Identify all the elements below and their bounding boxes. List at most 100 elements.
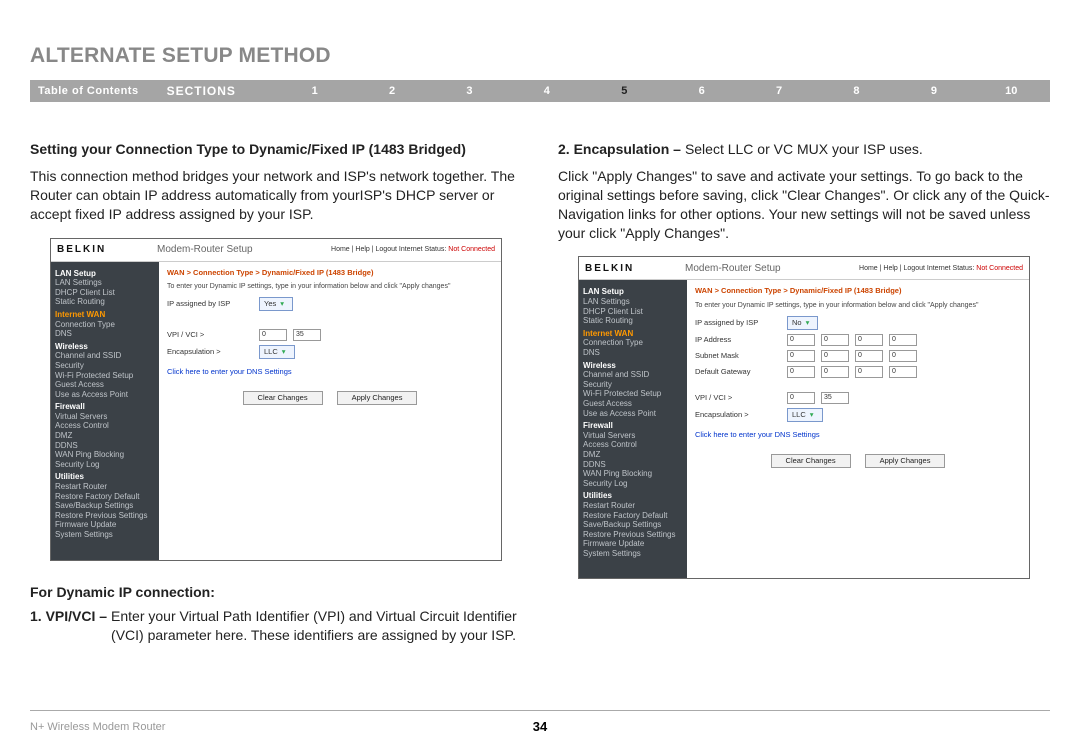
- ip-assigned-select[interactable]: No: [787, 316, 818, 330]
- section-8[interactable]: 8: [818, 85, 895, 97]
- side-lan-setup: LAN Setup: [55, 269, 155, 279]
- side-item: System Settings: [583, 549, 683, 559]
- clear-changes-button[interactable]: Clear Changes: [771, 454, 851, 468]
- side-item: Use as Access Point: [55, 390, 155, 400]
- router-sidebar: LAN Setup LAN Settings DHCP Client List …: [579, 280, 687, 578]
- encapsulation-select[interactable]: LLC: [259, 345, 295, 359]
- list-item-encapsulation: 2. Encapsulation – Select LLC or VC MUX …: [558, 140, 1050, 159]
- status-bar: Home | Help | Logout Internet Status: No…: [331, 245, 495, 254]
- belkin-logo: BELKIN: [57, 243, 157, 257]
- ip-octet[interactable]: 0: [821, 366, 849, 378]
- vpi-input[interactable]: 0: [787, 392, 815, 404]
- side-item: Wi-Fi Protected Setup: [583, 389, 683, 399]
- side-wireless: Wireless: [55, 342, 155, 352]
- page-number: 34: [533, 719, 547, 734]
- vci-input[interactable]: 35: [293, 329, 321, 341]
- ip-octet[interactable]: 0: [855, 334, 883, 346]
- ip-octet[interactable]: 0: [787, 350, 815, 362]
- ip-octet[interactable]: 0: [889, 334, 917, 346]
- side-item: Access Control: [55, 421, 155, 431]
- apply-changes-button[interactable]: Apply Changes: [337, 391, 418, 405]
- ip-assigned-label: IP assigned by ISP: [167, 299, 253, 309]
- section-6[interactable]: 6: [663, 85, 740, 97]
- section-2[interactable]: 2: [353, 85, 430, 97]
- side-item: Channel and SSID: [55, 351, 155, 361]
- encapsulation-select[interactable]: LLC: [787, 408, 823, 422]
- list-text: Enter your Virtual Path Identifier (VPI)…: [111, 607, 522, 645]
- side-item: Security Log: [583, 479, 683, 489]
- side-item: Guest Access: [55, 380, 155, 390]
- instruction-note: To enter your Dynamic IP settings, type …: [695, 301, 1021, 310]
- list-num: 2. Encapsulation –: [558, 140, 681, 159]
- side-lan-setup: LAN Setup: [583, 287, 683, 297]
- ip-octet[interactable]: 0: [787, 366, 815, 378]
- right-paragraph: Click "Apply Changes" to save and activa…: [558, 167, 1050, 243]
- left-paragraph: This connection method bridges your netw…: [30, 167, 522, 224]
- ip-address-label: IP Address: [695, 335, 781, 345]
- vpi-input[interactable]: 0: [259, 329, 287, 341]
- side-item: Security Log: [55, 460, 155, 470]
- list-num: 1. VPI/VCI –: [30, 607, 107, 645]
- ip-octet[interactable]: 0: [855, 366, 883, 378]
- status-value: Not Connected: [448, 246, 495, 253]
- ip-octet[interactable]: 0: [889, 366, 917, 378]
- side-item: Access Control: [583, 440, 683, 450]
- dns-settings-link[interactable]: Click here to enter your DNS Settings: [167, 367, 493, 377]
- clear-changes-button[interactable]: Clear Changes: [243, 391, 323, 405]
- section-10[interactable]: 10: [973, 85, 1050, 97]
- side-item: Save/Backup Settings: [55, 501, 155, 511]
- section-3[interactable]: 3: [431, 85, 508, 97]
- belkin-logo: BELKIN: [585, 262, 685, 276]
- left-column: Setting your Connection Type to Dynamic/…: [30, 140, 522, 645]
- encapsulation-label: Encapsulation >: [695, 410, 781, 420]
- list-item-vpi-vci: 1. VPI/VCI – Enter your Virtual Path Ide…: [30, 607, 522, 645]
- side-item: Restore Previous Settings: [583, 530, 683, 540]
- screenshot-fixed-ip: BELKIN Modem-Router Setup Home | Help | …: [578, 256, 1030, 579]
- section-9[interactable]: 9: [895, 85, 972, 97]
- footer-product-name: N+ Wireless Modem Router: [30, 721, 165, 733]
- side-item: Static Routing: [583, 316, 683, 326]
- side-item: Virtual Servers: [55, 412, 155, 422]
- ip-assigned-label: IP assigned by ISP: [695, 318, 781, 328]
- section-1[interactable]: 1: [276, 85, 353, 97]
- side-firewall: Firewall: [55, 402, 155, 412]
- status-links: Home | Help | Logout Internet Status:: [331, 246, 446, 253]
- side-item: Connection Type: [583, 338, 683, 348]
- side-item: DDNS: [583, 460, 683, 470]
- side-item: DNS: [55, 329, 155, 339]
- toc-link[interactable]: Table of Contents: [30, 85, 139, 97]
- ip-octet[interactable]: 0: [889, 350, 917, 362]
- side-item: Use as Access Point: [583, 409, 683, 419]
- dynamic-ip-subheading: For Dynamic IP connection:: [30, 583, 522, 602]
- side-item: DMZ: [55, 431, 155, 441]
- instruction-note: To enter your Dynamic IP settings, type …: [167, 282, 493, 291]
- side-item: DDNS: [55, 441, 155, 451]
- vci-input[interactable]: 35: [821, 392, 849, 404]
- side-item: LAN Settings: [583, 297, 683, 307]
- section-7[interactable]: 7: [740, 85, 817, 97]
- ip-octet[interactable]: 0: [855, 350, 883, 362]
- breadcrumb: WAN > Connection Type > Dynamic/Fixed IP…: [695, 286, 1021, 296]
- side-utilities: Utilities: [583, 491, 683, 501]
- section-4[interactable]: 4: [508, 85, 585, 97]
- side-item: DNS: [583, 348, 683, 358]
- apply-changes-button[interactable]: Apply Changes: [865, 454, 946, 468]
- side-item: Guest Access: [583, 399, 683, 409]
- side-item: Connection Type: [55, 320, 155, 330]
- side-item: Virtual Servers: [583, 431, 683, 441]
- side-wireless: Wireless: [583, 361, 683, 371]
- section-5[interactable]: 5: [586, 85, 663, 97]
- side-item: Restore Factory Default: [583, 511, 683, 521]
- ip-octet[interactable]: 0: [821, 350, 849, 362]
- section-nav: Table of Contents SECTIONS 1 2 3 4 5 6 7…: [30, 80, 1050, 102]
- ip-octet[interactable]: 0: [787, 334, 815, 346]
- status-bar: Home | Help | Logout Internet Status: No…: [859, 264, 1023, 273]
- dns-settings-link[interactable]: Click here to enter your DNS Settings: [695, 430, 1021, 440]
- router-setup-title: Modem-Router Setup: [157, 243, 253, 257]
- side-item: Firmware Update: [55, 520, 155, 530]
- router-main: WAN > Connection Type > Dynamic/Fixed IP…: [687, 280, 1029, 578]
- right-column: 2. Encapsulation – Select LLC or VC MUX …: [558, 140, 1050, 645]
- ip-octet[interactable]: 0: [821, 334, 849, 346]
- vpi-vci-label: VPI / VCI >: [695, 393, 781, 403]
- ip-assigned-select[interactable]: Yes: [259, 297, 293, 311]
